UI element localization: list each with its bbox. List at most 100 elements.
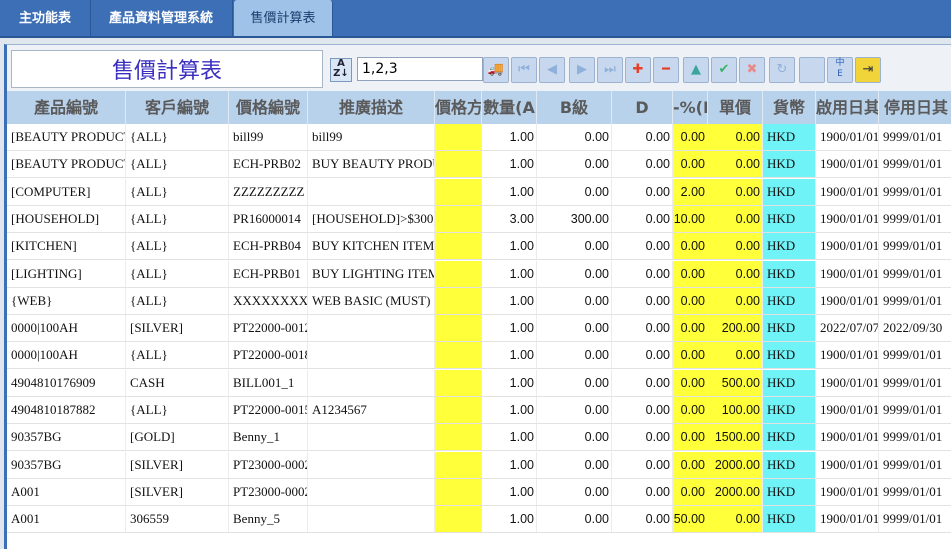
cell-end[interactable]: 9999/01/01 [879,151,951,177]
cell-price-code[interactable]: PR16000014 [229,205,308,232]
cell-qty[interactable]: 1.00 [482,287,537,314]
cell-unit[interactable]: 0.00 [708,178,763,205]
table-row[interactable]: 4904810176909 CASH BILL001_1 1.00 0.00 0.00 0.… [7,369,951,397]
table-row[interactable]: [LIGHTING] {ALL} ECH-PRB01 BUY LIGHTING ITE… [7,260,951,288]
cell-currency[interactable]: HKD [763,233,816,260]
cell-b[interactable]: 0.00 [537,233,612,260]
table-row[interactable]: [HOUSEHOLD] {ALL} PR16000014 [HOUSEHOLD]>$3… [7,205,951,233]
tab-price-calculation[interactable]: 售價計算表 [234,0,333,36]
cell-d[interactable]: 0.00 [612,424,673,451]
cell-start[interactable]: 1900/01/01 [816,178,879,205]
cell-d[interactable]: 0.00 [612,451,673,478]
cell-unit[interactable]: 2000.00 [708,451,763,478]
find-icon[interactable]: 🚚 [483,57,509,83]
cell-d[interactable]: 0.00 [612,342,673,369]
column-header[interactable]: 客戶編號 [126,91,229,124]
cell-price-type[interactable] [435,151,482,178]
cell-qty[interactable]: 1.00 [482,397,537,423]
cell-b[interactable]: 0.00 [537,369,612,396]
cell-start[interactable]: 1900/01/01 [816,342,879,369]
cell-product[interactable]: 0000|100AH [7,342,126,369]
cell-b[interactable]: 0.00 [537,260,612,287]
cell-start[interactable]: 1900/01/01 [816,369,879,396]
cell-start[interactable]: 1900/01/01 [816,124,879,150]
cell-price-type[interactable] [435,369,482,396]
cell-qty[interactable]: 1.00 [482,178,537,205]
cell-qty[interactable]: 1.00 [482,369,537,396]
cell-start[interactable]: 1900/01/01 [816,424,879,451]
cell-customer[interactable]: [GOLD] [126,424,229,451]
cell-price-code[interactable]: ECH-PRB04 [229,233,308,260]
cell-d[interactable]: 0.00 [612,260,673,287]
cell-currency[interactable]: HKD [763,451,816,478]
blank-icon[interactable] [799,57,825,83]
cell-customer[interactable]: {ALL} [126,260,229,287]
cell-price-code[interactable]: PT22000-0012 [229,315,308,342]
cell-pct[interactable]: 0.00 [673,342,708,369]
cell-end[interactable]: 9999/01/01 [879,370,951,396]
cell-end[interactable]: 9999/01/01 [879,206,951,232]
cell-customer[interactable]: {ALL} [126,287,229,314]
table-row[interactable]: 90357BG [GOLD] Benny_1 1.00 0.00 0.00 0.00 1500… [7,424,951,452]
language-icon[interactable]: 中E [827,57,853,83]
column-header[interactable]: 推廣描述 [308,91,435,124]
column-header[interactable]: B級 [537,91,612,124]
cell-currency[interactable]: HKD [763,315,816,342]
cell-end[interactable]: 2022/09/30 [879,315,951,341]
cell-promo[interactable]: BUY KITCHEN ITEMS [308,233,435,260]
cell-price-type[interactable] [435,178,482,205]
tab-main-menu[interactable]: 主功能表 [0,0,91,36]
cell-product[interactable]: 90357BG [7,451,126,478]
cell-currency[interactable]: HKD [763,124,816,150]
cell-pct[interactable]: 0.00 [673,233,708,260]
cell-promo[interactable] [308,315,435,342]
cell-product[interactable]: [HOUSEHOLD] [7,205,126,232]
cell-promo[interactable] [308,369,435,396]
cell-start[interactable]: 1900/01/01 [816,205,879,232]
cell-price-code[interactable]: ECH-PRB01 [229,260,308,287]
cell-price-type[interactable] [435,233,482,260]
cell-promo[interactable]: BUY BEAUTY PRODUCTS [308,151,435,178]
cell-price-type[interactable] [435,506,482,533]
cell-price-type[interactable] [435,451,482,478]
cell-product[interactable]: A001 [7,478,126,505]
exit-icon[interactable]: ⇥ [855,57,881,83]
cell-price-code[interactable]: PT22000-0018 [229,342,308,369]
cell-end[interactable]: 9999/01/01 [879,261,951,287]
add-icon[interactable]: ✚ [625,57,651,83]
cell-unit[interactable]: 500.00 [708,369,763,396]
column-header[interactable]: 停用日其 [879,91,951,124]
cell-unit[interactable]: 0.00 [708,342,763,369]
cell-promo[interactable]: A1234567 [308,397,435,423]
cell-d[interactable]: 0.00 [612,205,673,232]
cell-customer[interactable]: 306559 [126,506,229,533]
cell-start[interactable]: 1900/01/01 [816,151,879,178]
cell-end[interactable]: 9999/01/01 [879,124,951,150]
cell-b[interactable]: 0.00 [537,178,612,205]
cell-product[interactable]: [LIGHTING] [7,260,126,287]
table-row[interactable]: 90357BG [SILVER] PT23000-0002 1.00 0.00 0.00 0… [7,451,951,479]
cell-promo[interactable] [308,178,435,205]
cell-qty[interactable]: 1.00 [482,315,537,342]
cell-b[interactable]: 0.00 [537,451,612,478]
cell-promo[interactable]: BUY LIGHTING ITEMS [308,260,435,287]
cell-unit[interactable]: 0.00 [708,205,763,232]
cell-d[interactable]: 0.00 [612,506,673,533]
cell-qty[interactable]: 1.00 [482,260,537,287]
table-row[interactable]: A001 [SILVER] PT23000-0002 1.00 0.00 0.00 0.00… [7,478,951,506]
column-header[interactable]: 啟用日其 [816,91,879,124]
cell-customer[interactable]: {ALL} [126,178,229,205]
cell-end[interactable]: 9999/01/01 [879,288,951,314]
cell-price-code[interactable]: Benny_1 [229,424,308,451]
delete-icon[interactable]: ━ [653,57,679,83]
cell-promo[interactable] [308,424,435,451]
cell-promo[interactable] [308,506,435,533]
cell-pct[interactable]: 0.00 [673,124,708,150]
cell-b[interactable]: 0.00 [537,151,612,178]
cell-qty[interactable]: 1.00 [482,506,537,533]
cell-promo[interactable]: bill99 [308,124,435,150]
next-record-icon[interactable]: ▶ [569,57,595,83]
column-header[interactable]: 價格編號 [229,91,308,124]
prev-record-icon[interactable]: ◀ [539,57,565,83]
column-header[interactable]: -%(E [673,91,708,124]
